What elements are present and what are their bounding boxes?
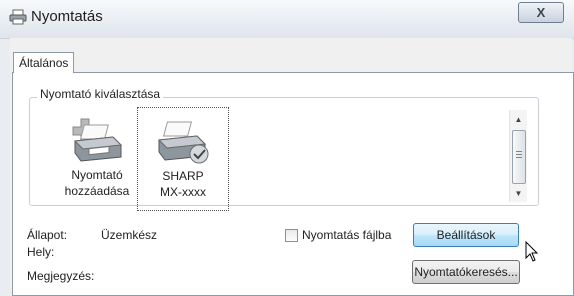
default-printer-icon (157, 121, 209, 164)
dialog-body: Általános Nyomtató kiválasztása Nyomtató… (10, 38, 574, 296)
status-label: Állapot: (27, 228, 68, 242)
printer-selection-label: Nyomtató kiválasztása (37, 87, 164, 101)
printer-list-scrollbar[interactable]: ▲ ▼ (509, 110, 527, 202)
printer-item-sharp[interactable]: SHARP MX-xxxx (137, 107, 229, 211)
scroll-thumb[interactable] (512, 130, 526, 184)
printer-sharp-line1: SHARP (162, 169, 204, 183)
scroll-up-icon[interactable]: ▲ (510, 112, 527, 126)
tab-general[interactable]: Általános (13, 52, 75, 73)
close-button[interactable]: X (518, 2, 564, 23)
comment-label: Megjegyzés: (27, 269, 95, 283)
printer-add-line2: hozzáadása (64, 184, 130, 198)
close-icon: X (536, 5, 546, 20)
title-bar: Nyomtatás X (0, 0, 574, 39)
mouse-cursor-icon (525, 241, 539, 262)
location-label: Hely: (27, 245, 55, 259)
printer-icon (9, 9, 27, 25)
grip-line (516, 157, 522, 158)
print-to-file-label[interactable]: Nyomtatás fájlba (302, 228, 391, 242)
window-title: Nyomtatás (31, 8, 103, 25)
find-printer-button[interactable]: Nyomtatókeresés... (412, 260, 520, 284)
grip-line (516, 151, 522, 152)
print-to-file-checkbox[interactable] (285, 229, 298, 242)
settings-button[interactable]: Beállítások (413, 223, 519, 247)
printer-add-line1: Nyomtató (71, 168, 123, 182)
printer-item-add[interactable]: Nyomtató hozzáadása (56, 107, 138, 207)
scroll-down-icon[interactable]: ▼ (510, 186, 527, 200)
grip-line (516, 154, 522, 155)
printer-sharp-line2: MX-xxxx (160, 185, 206, 199)
add-printer-icon (72, 118, 123, 162)
status-value: Üzemkész (101, 228, 158, 242)
